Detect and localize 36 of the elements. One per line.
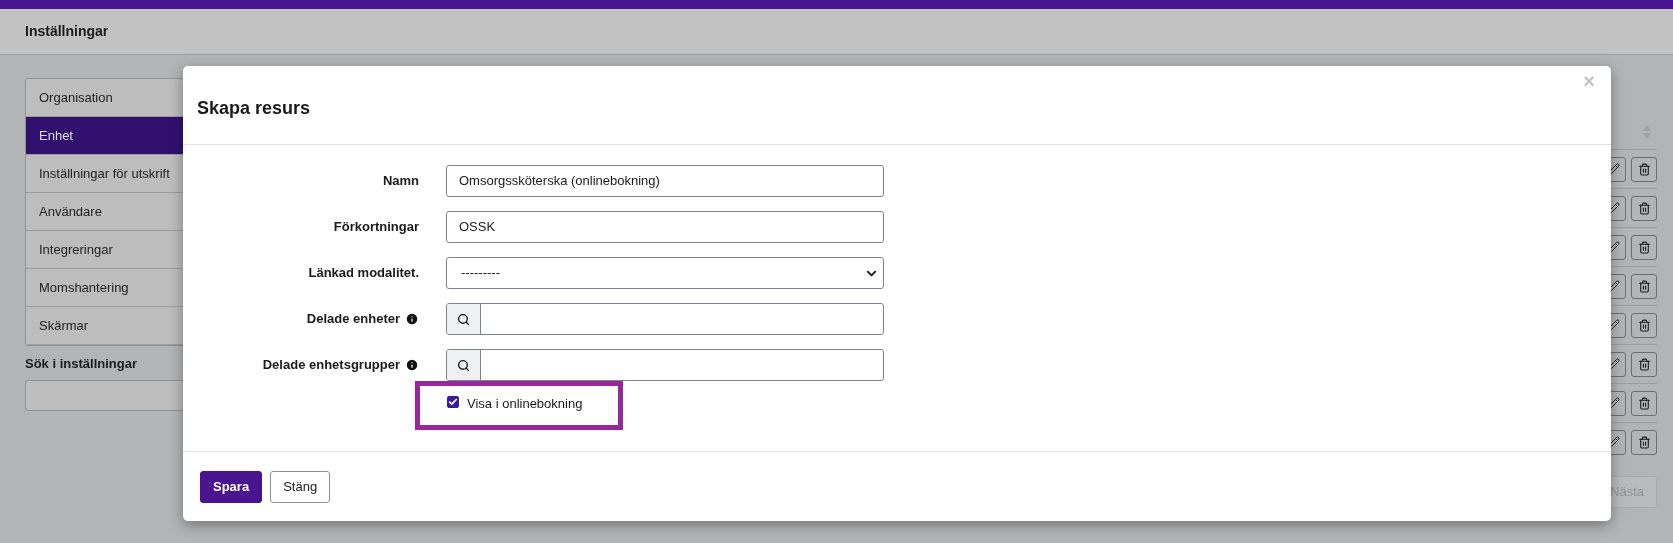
- search-icon: [457, 358, 470, 372]
- delete-button[interactable]: [1631, 234, 1657, 260]
- save-button[interactable]: Spara: [200, 470, 263, 503]
- delete-button[interactable]: [1631, 351, 1657, 377]
- search-icon: [457, 312, 470, 326]
- search-input-field[interactable]: [446, 303, 884, 335]
- info-icon: [405, 358, 419, 372]
- info-icon: [405, 312, 419, 326]
- field-label: Länkad modalitet.: [308, 264, 419, 283]
- search-input-field[interactable]: [446, 349, 884, 381]
- delete-button[interactable]: [1631, 390, 1657, 416]
- trash-icon: [1637, 240, 1651, 254]
- checkbox-label: Visa i onlinebokning: [467, 395, 583, 413]
- delete-button[interactable]: [1631, 156, 1657, 182]
- field-label: Namn: [382, 172, 419, 191]
- page-title: Inställningar: [25, 22, 109, 41]
- field-label: Delade enheter: [306, 310, 400, 329]
- trash-icon: [1637, 318, 1651, 332]
- field-label: Förkortningar: [333, 218, 419, 237]
- trash-icon: [1637, 396, 1651, 410]
- trash-icon: [1637, 279, 1651, 293]
- checkbox[interactable]: [447, 396, 459, 408]
- delete-button[interactable]: [1631, 429, 1657, 455]
- trash-icon: [1637, 357, 1651, 371]
- trash-icon: [1637, 162, 1651, 176]
- delete-button[interactable]: [1631, 273, 1657, 299]
- select-field[interactable]: ---------: [446, 257, 884, 289]
- delete-button[interactable]: [1631, 195, 1657, 221]
- trash-icon: [1637, 435, 1651, 449]
- delete-button[interactable]: [1631, 312, 1657, 338]
- trash-icon: [1637, 201, 1651, 215]
- text-field[interactable]: OSSK: [446, 211, 884, 243]
- text-field[interactable]: Omsorgssköterska (onlinebokning): [446, 165, 884, 197]
- close-dialog-button[interactable]: Stäng: [270, 470, 331, 503]
- field-label: Delade enhetsgrupper: [262, 356, 400, 375]
- search-label: Sök i inställningar: [25, 355, 138, 373]
